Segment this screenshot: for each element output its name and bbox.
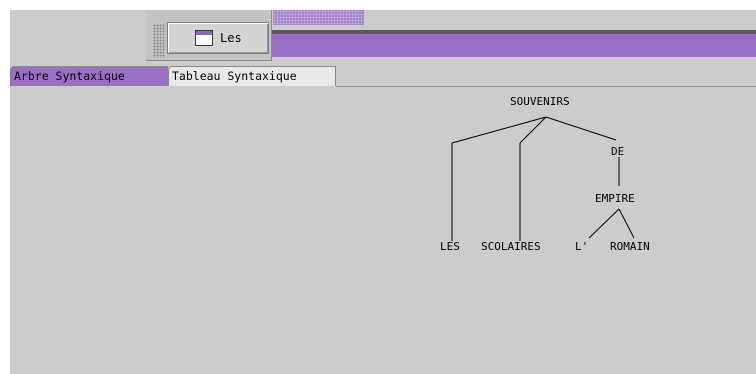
node-romain: ROMAIN — [610, 240, 650, 253]
node-empire: EMPIRE — [595, 192, 635, 205]
edge-souvenirs-les — [451, 116, 547, 144]
node-souvenirs: SOUVENIRS — [510, 95, 570, 108]
node-de: DE — [611, 145, 624, 158]
edge-empire-l — [588, 208, 620, 239]
edge-empire-romain — [618, 208, 635, 239]
node-l: L' — [575, 240, 588, 253]
application-window: Les Arbre Syntaxique Tableau Syntaxique … — [10, 10, 756, 374]
node-les: LES — [440, 240, 460, 253]
syntax-tree: SOUVENIRS DE EMPIRE LES SCOLAIRES L' ROM… — [440, 95, 650, 253]
node-scolaires: SCOLAIRES — [481, 240, 541, 253]
edge-souvenirs-de — [545, 116, 617, 141]
